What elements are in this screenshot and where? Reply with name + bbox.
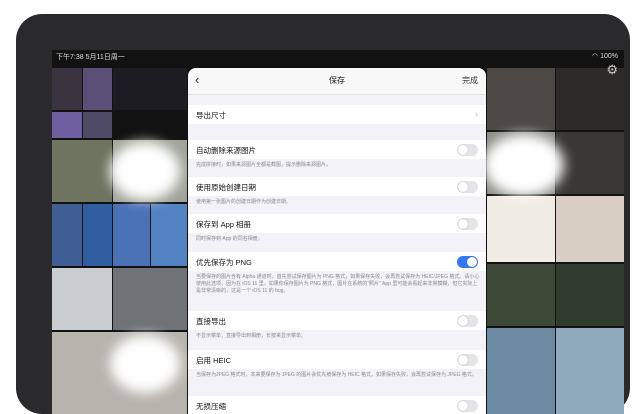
photo-tile[interactable] <box>151 204 187 266</box>
setting-note: 完成拼接时，如果来源图片全都是截图，提示删除来源图片。 <box>196 162 332 168</box>
status-date: 5月11日周一 <box>85 54 125 61</box>
heic-toggle[interactable] <box>457 354 478 366</box>
ipad-frame: 下午7:38 5月11日周一 ◠ 100% ⚙ ‹ 保存 完成 导出尺寸 › 自… <box>16 14 630 414</box>
status-time: 下午7:38 5月11日周一 <box>56 52 125 62</box>
direct-export-toggle[interactable] <box>457 315 478 327</box>
wifi-icon: ◠ <box>592 53 599 60</box>
setting-label: 直接导出 <box>196 317 226 326</box>
setting-note: 当要保存的图片含有 Alpha 通道时，首先尝试保存图片为 PNG 格式，如果保… <box>196 274 480 294</box>
auto-delete-toggle[interactable] <box>457 144 478 156</box>
toggle-knob <box>458 145 468 155</box>
photo-tile[interactable] <box>113 68 187 110</box>
photo-tile[interactable] <box>113 204 150 266</box>
photo-tile[interactable] <box>556 196 624 262</box>
photo-tile[interactable] <box>487 68 555 130</box>
setting-note: 使用第一张图片的创建日期作为创建日期。 <box>196 199 292 205</box>
original-date-toggle[interactable] <box>457 181 478 193</box>
photo-tile[interactable] <box>83 204 112 266</box>
setting-note: 当保存为JPEG 格式时，本来要保存为 JPEG 的图片会优先被保存为 HEIC… <box>196 372 477 378</box>
battery-text: 100% <box>600 53 618 60</box>
photo-tile[interactable] <box>113 268 187 330</box>
photo-tile[interactable] <box>83 68 112 110</box>
export-size-row[interactable]: 导出尺寸 › <box>188 105 486 124</box>
setting-note: 不显示菜单，直接导出到相册，长按来显示菜单。 <box>196 333 307 339</box>
setting-note: 同时保存到 App 的同名相册。 <box>196 236 263 242</box>
done-button[interactable]: 完成 <box>462 75 478 86</box>
toggle-knob <box>458 401 468 411</box>
setting-row-original-date: 使用原始创建日期 <box>188 177 486 196</box>
toggle-knob <box>458 316 468 326</box>
export-size-label: 导出尺寸 <box>196 111 226 120</box>
setting-label: 保存到 App 相册 <box>196 220 252 229</box>
sheet-nav-bar: ‹ 保存 完成 <box>188 68 486 95</box>
sheet-title: 保存 <box>329 76 345 85</box>
photo-tile[interactable] <box>556 264 624 326</box>
setting-label: 启用 HEIC <box>196 356 232 365</box>
save-settings-sheet: ‹ 保存 完成 导出尺寸 › 自动删除来源图片 完成拼接时，如果来源图片全都是截… <box>188 68 486 414</box>
setting-label: 无损压缩 <box>196 402 226 411</box>
status-time-text: 下午7:38 <box>56 54 84 61</box>
setting-row-auto-delete: 自动删除来源图片 <box>188 140 486 159</box>
toggle-knob <box>458 219 468 229</box>
photo-tile[interactable] <box>52 204 82 266</box>
gear-icon[interactable]: ⚙ <box>606 62 618 78</box>
prefer-png-toggle[interactable] <box>457 256 478 268</box>
setting-row-lossless: 无损压缩 <box>188 396 486 414</box>
photo-tile[interactable] <box>556 132 624 194</box>
battery-indicator: ◠ 100% <box>592 52 618 60</box>
photo-tile[interactable] <box>52 268 112 330</box>
toggle-knob <box>467 257 477 267</box>
photo-tile[interactable] <box>487 196 555 262</box>
photo-tile[interactable] <box>52 140 112 202</box>
app-album-toggle[interactable] <box>457 218 478 230</box>
photo-tile[interactable] <box>83 112 112 138</box>
toggle-knob <box>458 355 468 365</box>
lossless-toggle[interactable] <box>457 400 478 412</box>
photo-tile[interactable] <box>52 68 82 110</box>
privacy-blur <box>484 134 564 196</box>
photo-tile[interactable] <box>487 328 555 414</box>
setting-row-direct-export: 直接导出 <box>188 311 486 330</box>
photo-tile[interactable] <box>487 264 555 326</box>
setting-label: 自动删除来源图片 <box>196 146 256 155</box>
setting-label: 使用原始创建日期 <box>196 183 256 192</box>
photo-tile[interactable] <box>556 328 624 414</box>
privacy-blur <box>110 142 180 200</box>
photo-tile[interactable] <box>52 112 82 138</box>
setting-row-heic: 启用 HEIC <box>188 350 486 369</box>
setting-label: 优先保存为 PNG <box>196 258 252 267</box>
privacy-blur <box>110 335 180 393</box>
screen: 下午7:38 5月11日周一 ◠ 100% ⚙ ‹ 保存 完成 导出尺寸 › 自… <box>52 50 624 414</box>
toggle-knob <box>458 182 468 192</box>
status-bar: 下午7:38 5月11日周一 ◠ 100% <box>52 50 624 62</box>
setting-row-prefer-png: 优先保存为 PNG <box>188 252 486 271</box>
chevron-right-icon: › <box>475 109 478 119</box>
setting-row-app-album: 保存到 App 相册 <box>188 214 486 233</box>
